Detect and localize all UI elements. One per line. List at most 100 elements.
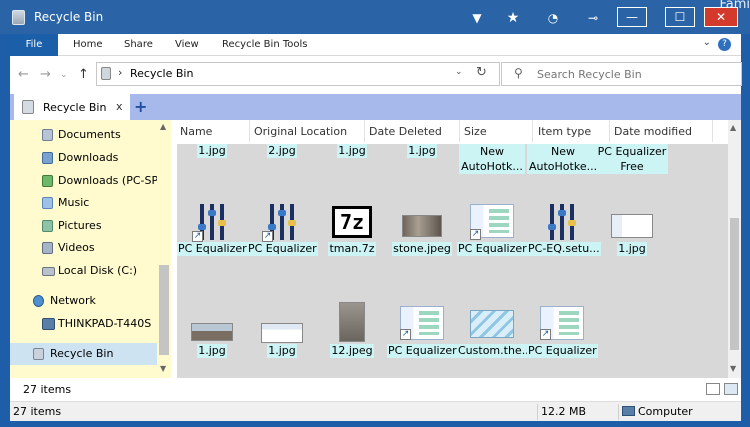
file-name: PC-EQ.setu... <box>527 242 601 256</box>
new-tab-button[interactable]: + <box>134 97 147 116</box>
close-tab-icon[interactable]: x <box>116 100 123 113</box>
sidebar-item-network[interactable]: Network <box>10 290 157 312</box>
column-divider[interactable] <box>609 120 610 142</box>
file-item[interactable]: 1.jpg <box>387 144 457 158</box>
sidebar-item-videos[interactable]: Videos <box>10 237 157 259</box>
file-item[interactable]: PC Equalizer Free <box>595 144 669 174</box>
ribbon-expand-icon[interactable]: ⌄ <box>703 37 711 48</box>
file-name: PC Equalizer <box>247 242 318 256</box>
file-item[interactable]: New AutoHotk... <box>457 144 527 174</box>
tab-view[interactable]: View <box>175 34 199 56</box>
music-icon <box>42 197 53 209</box>
column-divider[interactable] <box>459 120 460 142</box>
large-icons-view-icon[interactable] <box>724 383 738 395</box>
search-input[interactable] <box>537 65 732 83</box>
scroll-down-icon[interactable]: ▼ <box>160 364 166 373</box>
star-icon[interactable]: ★ <box>506 11 520 25</box>
breadcrumb[interactable]: Recycle Bin <box>130 67 193 80</box>
address-bar[interactable]: › Recycle Bin ⌄ ↻ <box>96 62 500 86</box>
file-item[interactable]: ↗ PC Equalizer <box>527 300 598 358</box>
file-item[interactable]: ↗ PC Equalizer <box>457 202 528 256</box>
title-bar: Recycle Bin ▼ ★ ◔ ⊸ — ☐ ✕ Fami <box>0 0 750 34</box>
tab-label: Recycle Bin <box>43 101 107 114</box>
file-item[interactable]: 1.jpg <box>597 202 667 256</box>
file-item[interactable]: 2.jpg <box>247 144 317 158</box>
file-item[interactable]: PC-EQ.setu... <box>527 202 601 256</box>
sidebar-item-pictures[interactable]: Pictures <box>10 215 157 237</box>
file-item[interactable]: 1.jpg <box>317 144 387 158</box>
file-item[interactable]: 12.jpeg <box>317 300 387 358</box>
file-name: Custom.the... <box>457 344 534 358</box>
sort-indicator-icon: ⌃ <box>409 120 415 124</box>
column-date-deleted[interactable]: Date Deleted <box>369 125 442 138</box>
sidebar-item-recycle-bin[interactable]: Recycle Bin <box>10 343 157 365</box>
up-button[interactable]: ↑ <box>78 67 89 82</box>
screenshot-thumbnail <box>261 323 303 343</box>
column-item-type[interactable]: Item type <box>538 125 591 138</box>
file-list-scrollbar[interactable]: ▲ ▼ <box>728 120 741 378</box>
file-name: PC Equalizer Free <box>595 144 669 174</box>
recent-locations-icon[interactable]: ⌄ <box>60 70 68 80</box>
minimize-button[interactable]: — <box>617 7 647 27</box>
column-headers: ⌃ Name Original Location Date Deleted Si… <box>177 120 728 144</box>
refresh-icon[interactable]: ↻ <box>476 65 487 80</box>
scrollbar-thumb[interactable] <box>159 265 169 355</box>
file-name-line: New <box>480 145 504 158</box>
search-box[interactable]: ⚲ <box>501 62 742 86</box>
file-item[interactable]: ↗ PC Equalizer <box>247 202 318 256</box>
sidebar-item-downloads-pc-spe[interactable]: Downloads (PC-SPE <box>10 170 157 192</box>
nav-scrollbar[interactable]: ▲ ▼ <box>157 120 171 378</box>
equalizer-icon: ↗ <box>192 202 232 242</box>
stone-photo-thumbnail <box>339 302 365 342</box>
pin-icon[interactable]: ⊸ <box>586 11 600 25</box>
column-date-modified[interactable]: Date modified <box>614 125 692 138</box>
file-item[interactable]: Custom.the... <box>457 300 534 358</box>
chevron-down-icon[interactable]: ⌄ <box>455 67 463 77</box>
status-location: Computer <box>638 405 693 418</box>
file-item[interactable]: 7z tman.7z <box>317 202 387 256</box>
details-view-icon[interactable] <box>706 383 720 395</box>
sidebar-item-label: Recycle Bin <box>50 347 114 360</box>
equalizer-icon: ↗ <box>262 202 302 242</box>
computer-icon <box>42 318 55 330</box>
back-button[interactable]: ← <box>18 67 29 82</box>
file-item[interactable]: ↗ PC Equalizer <box>177 202 248 256</box>
scrollbar-thumb[interactable] <box>730 218 739 350</box>
tab-home[interactable]: Home <box>73 34 103 56</box>
file-item[interactable]: stone.jpeg <box>387 202 457 256</box>
breadcrumb-chevron-icon[interactable]: › <box>118 66 122 79</box>
tab-recycle-bin[interactable]: Recycle Bin x <box>14 94 130 120</box>
column-divider[interactable] <box>712 120 713 142</box>
column-original-location[interactable]: Original Location <box>254 125 347 138</box>
column-name[interactable]: Name <box>180 125 212 138</box>
sidebar-item-downloads[interactable]: Downloads <box>10 147 157 169</box>
column-divider[interactable] <box>532 120 533 142</box>
file-item[interactable]: 1.jpg <box>177 300 247 358</box>
sidebar-item-thinkpad[interactable]: THINKPAD-T440S <box>10 313 157 335</box>
help-icon[interactable]: ? <box>718 38 731 51</box>
scroll-up-icon[interactable]: ▲ <box>160 122 166 131</box>
column-size[interactable]: Size <box>464 125 487 138</box>
file-item[interactable]: 1.jpg <box>247 300 317 358</box>
column-divider[interactable] <box>249 120 250 142</box>
file-item[interactable]: New AutoHotke... <box>527 144 600 174</box>
sidebar-item-local-disk[interactable]: Local Disk (C:) <box>10 260 157 282</box>
sidebar-item-music[interactable]: Music <box>10 192 157 214</box>
tab-share[interactable]: Share <box>124 34 153 56</box>
history-icon[interactable]: ◔ <box>546 11 560 25</box>
file-item[interactable]: 1.jpg <box>177 144 247 158</box>
maximize-button[interactable]: ☐ <box>665 7 695 27</box>
file-name-line: AutoHotke... <box>529 160 598 173</box>
forward-button[interactable]: → <box>40 67 51 82</box>
tab-recycle-bin-tools[interactable]: Recycle Bin Tools <box>222 34 307 56</box>
pin-down-icon[interactable]: ▼ <box>470 11 484 25</box>
tab-file[interactable]: File <box>10 34 58 56</box>
scroll-up-icon[interactable]: ▲ <box>730 123 736 132</box>
theme-icon <box>470 310 514 338</box>
sidebar-item-documents[interactable]: Documents <box>10 124 157 146</box>
column-divider[interactable] <box>364 120 365 142</box>
file-item[interactable]: ↗ PC Equalizer <box>387 300 458 358</box>
status-divider <box>537 404 538 420</box>
sidebar-item-label: Pictures <box>58 219 102 232</box>
scroll-down-icon[interactable]: ▼ <box>730 364 736 373</box>
